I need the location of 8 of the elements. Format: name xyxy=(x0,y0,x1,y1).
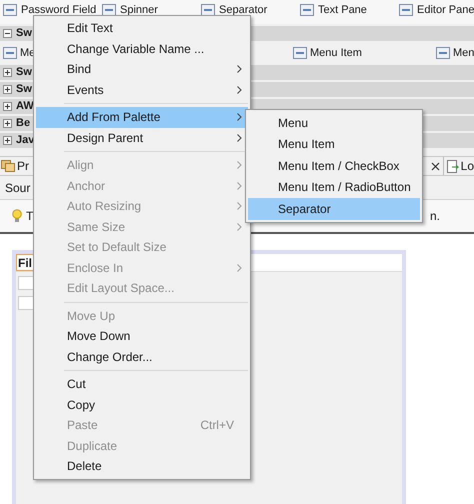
group-label: Sw xyxy=(16,82,32,98)
group-label: AW xyxy=(16,99,34,114)
group-label: Sw xyxy=(16,26,32,42)
hint-text: n. xyxy=(430,208,440,225)
group-label: Be xyxy=(16,116,30,132)
group-label: Sw xyxy=(16,65,32,80)
hint-text: T xyxy=(26,208,34,225)
group-label: Jav xyxy=(16,133,34,148)
